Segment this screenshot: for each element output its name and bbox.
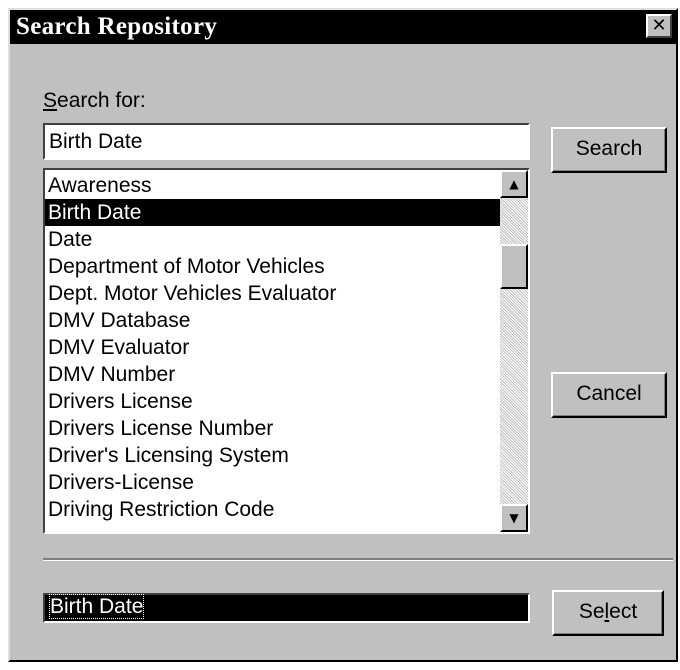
selected-item-value: Birth Date (48, 594, 145, 619)
list-item[interactable]: DMV Number (45, 361, 500, 388)
list-item[interactable]: DMV Database (45, 307, 500, 334)
scroll-thumb[interactable] (500, 244, 528, 289)
close-button[interactable]: ✕ (646, 14, 672, 38)
results-list: Awareness Birth Date Date Department of Mot… (45, 172, 500, 523)
list-item[interactable]: Department of Motor Vehicles (45, 253, 500, 280)
search-input[interactable] (43, 123, 530, 160)
select-label-post: ect (609, 600, 638, 623)
search-label-text: earch for: (57, 89, 146, 112)
list-item[interactable]: Birth Date (45, 199, 500, 226)
dialog-title: Search Repository (16, 13, 218, 40)
list-item[interactable]: Awareness (45, 172, 500, 199)
separator (43, 558, 673, 561)
triangle-up-icon: ▲ (509, 177, 519, 191)
search-label-accelerator: S (43, 89, 58, 112)
results-listbox[interactable]: Awareness Birth Date Date Department of Mot… (43, 168, 530, 534)
list-item[interactable]: Drivers License Number (45, 415, 500, 442)
list-item[interactable]: DMV Evaluator (45, 334, 500, 361)
list-item[interactable]: Driver's Licensing System (45, 442, 500, 469)
results-scrollbar[interactable]: ▲ ▼ (500, 170, 528, 532)
scroll-up-button[interactable]: ▲ (500, 170, 528, 198)
list-item[interactable]: Drivers License (45, 388, 500, 415)
search-repository-dialog: Search Repository ✕ Search for: Search A… (8, 8, 678, 662)
title-bar[interactable]: Search Repository ✕ (10, 10, 676, 44)
triangle-down-icon: ▼ (509, 511, 519, 525)
cancel-button[interactable]: Cancel (551, 372, 667, 418)
selected-item-field[interactable]: Birth Date (43, 593, 530, 623)
list-item[interactable]: Driving Restriction Code (45, 496, 500, 523)
select-button[interactable]: Select (552, 590, 664, 636)
list-item[interactable]: Dept. Motor Vehicles Evaluator (45, 280, 500, 307)
list-item[interactable]: Drivers-License (45, 469, 500, 496)
search-for-label: Search for: (43, 89, 146, 113)
scroll-down-button[interactable]: ▼ (500, 504, 528, 532)
search-button[interactable]: Search (551, 127, 667, 173)
close-icon: ✕ (651, 15, 667, 36)
select-label-pre: Se (578, 600, 605, 623)
list-item[interactable]: Date (45, 226, 500, 253)
